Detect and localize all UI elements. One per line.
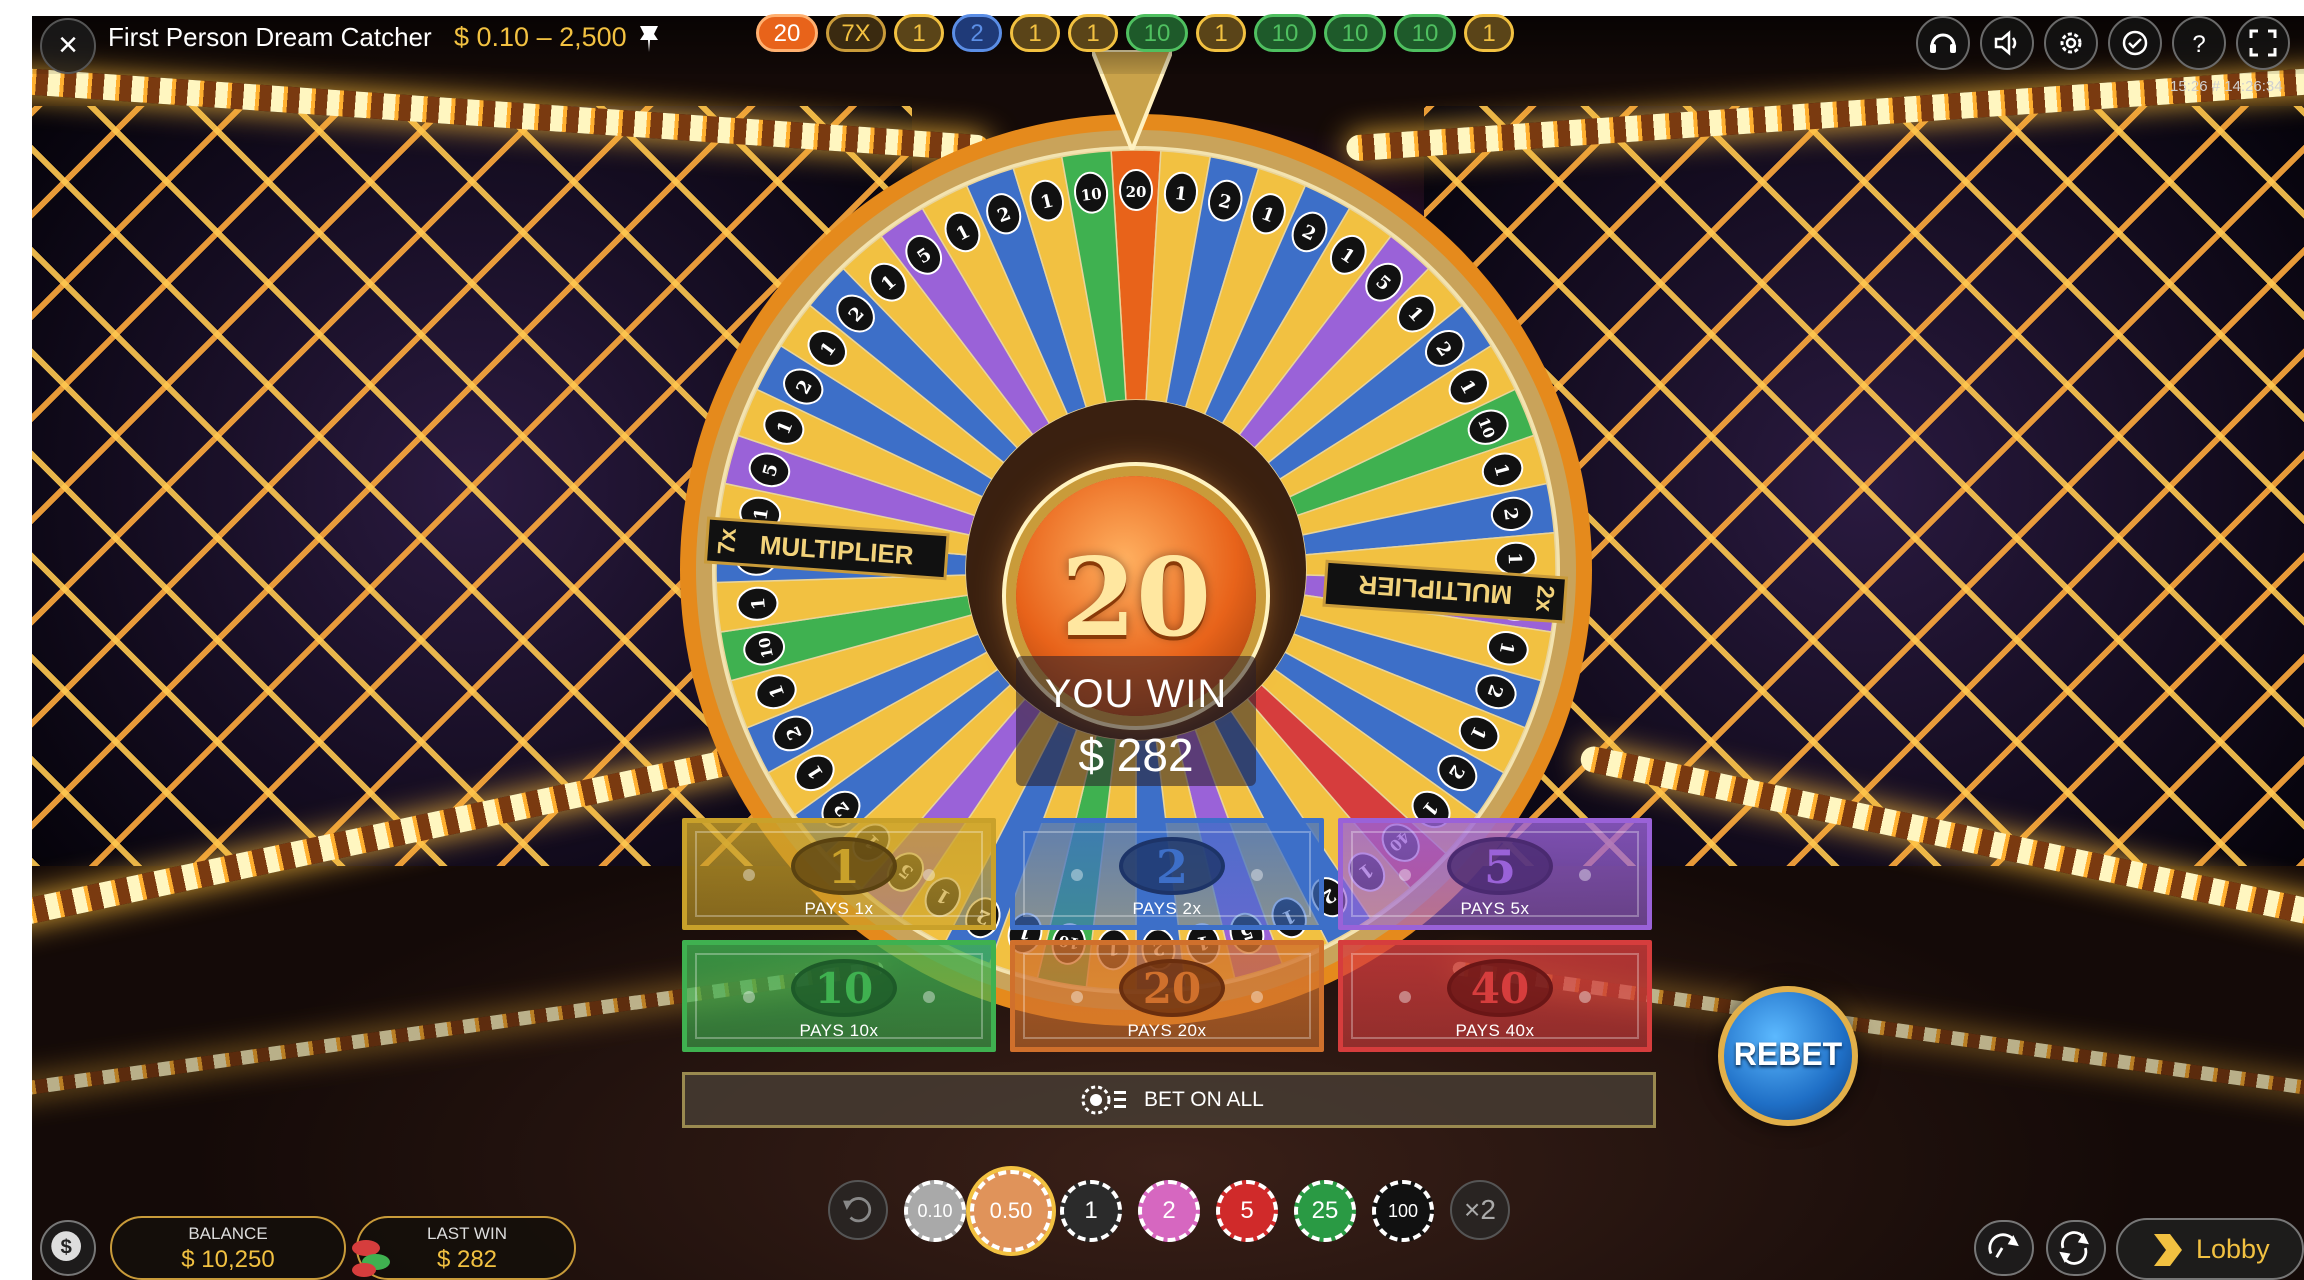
help-button[interactable]: ? xyxy=(2172,16,2226,70)
bet-spot-40[interactable]: 40 PAYS 40x xyxy=(1338,940,1652,1052)
balance-label: BALANCE xyxy=(188,1224,268,1243)
history-icon xyxy=(2122,30,2148,56)
bet-spot-dot xyxy=(1251,869,1263,881)
bet-spot-number: 10 xyxy=(791,959,897,1017)
last-win-label: LAST WIN xyxy=(427,1224,507,1243)
bet-spot-dot xyxy=(1579,991,1591,1003)
bet-spot-10[interactable]: 10 PAYS 10x xyxy=(682,940,996,1052)
pin-icon[interactable] xyxy=(632,20,666,54)
bet-spot-dot xyxy=(923,991,935,1003)
sound-icon xyxy=(1994,30,2017,56)
chip-0-10[interactable]: 0.10 xyxy=(904,1180,966,1242)
chip-5[interactable]: 5 xyxy=(1216,1180,1278,1242)
cashier-button[interactable]: $ xyxy=(40,1220,96,1276)
bet-spot-2[interactable]: 2 PAYS 2x xyxy=(1010,818,1324,930)
dollar-icon: $ xyxy=(51,1231,81,1261)
left-multiplier-value: 7x xyxy=(713,527,742,556)
bet-spot-dot xyxy=(1399,869,1411,881)
history-button[interactable] xyxy=(2108,16,2162,70)
bet-spot-number: 40 xyxy=(1447,959,1553,1017)
bet-spot-number: 1 xyxy=(791,837,897,895)
headset-icon xyxy=(1930,33,1956,53)
history-result-10: 10 xyxy=(1324,14,1386,52)
bet-spot-dot xyxy=(923,869,935,881)
autoplay-icon xyxy=(2059,1231,2089,1265)
bet-spot-payout: PAYS 2x xyxy=(1132,899,1202,918)
lobby-label: Lobby xyxy=(2196,1234,2270,1264)
chip-25[interactable]: 25 xyxy=(1294,1180,1356,1242)
bet-spot-number: 20 xyxy=(1119,959,1225,1017)
chip-2[interactable]: 2 xyxy=(1138,1180,1200,1242)
history-result-4: 2 xyxy=(952,14,1002,52)
chip-1[interactable]: 1 xyxy=(1060,1180,1122,1242)
bet-spot-payout: PAYS 20x xyxy=(1127,1021,1207,1040)
history-result-6: 1 xyxy=(1068,14,1118,52)
game-switch-icon xyxy=(1988,1233,2019,1259)
bet-on-all-label: BET ON ALL xyxy=(1144,1088,1264,1111)
svg-text:$: $ xyxy=(60,1237,72,1259)
close-icon: × xyxy=(58,26,78,64)
history-result-7: 10 xyxy=(1126,14,1188,52)
undo-icon xyxy=(843,1197,872,1223)
headset-button[interactable] xyxy=(1916,16,1970,70)
settings-button[interactable] xyxy=(2044,16,2098,70)
chip-stack-icon xyxy=(1081,1085,1126,1115)
last-win-value: $ 282 xyxy=(436,1246,498,1273)
game-title: First Person Dream Catcher xyxy=(108,22,432,52)
result-number: 20 xyxy=(1060,535,1212,661)
bet-spot-5[interactable]: 5 PAYS 5x xyxy=(1338,818,1652,930)
gear-icon xyxy=(2060,32,2082,54)
history-result-2: 7X xyxy=(826,14,886,52)
bet-limits[interactable]: $ 0.10 – 2,500 xyxy=(454,22,627,53)
bet-spot-dot xyxy=(1579,869,1591,881)
balance-value: $ 10,250 xyxy=(181,1246,275,1273)
right-multiplier-value: 2x xyxy=(1530,584,1559,613)
history-result-8: 1 xyxy=(1196,14,1246,52)
bet-spot-number: 2 xyxy=(1119,837,1225,895)
bet-spot-dot xyxy=(743,869,755,881)
bet-spot-dot xyxy=(1071,991,1083,1003)
svg-text:?: ? xyxy=(2192,31,2205,58)
bet-spot-dot xyxy=(1399,991,1411,1003)
bet-spot-dot xyxy=(1071,869,1083,881)
bet-spot-20[interactable]: 20 PAYS 20x xyxy=(1010,940,1324,1052)
you-win-label: YOU WIN xyxy=(1044,672,1228,716)
bet-spot-dot xyxy=(1251,991,1263,1003)
timestamp: 15:26 # 14:26:34 xyxy=(2170,78,2283,95)
double-button[interactable]: ×2 xyxy=(1450,1180,1510,1240)
game-switch-button[interactable] xyxy=(1974,1220,2034,1276)
history-result-11: 10 xyxy=(1394,14,1456,52)
rebet-label: REBET xyxy=(1733,1036,1843,1072)
history-result-5: 1 xyxy=(1010,14,1060,52)
autoplay-button[interactable] xyxy=(2046,1220,2106,1276)
close-button[interactable]: × xyxy=(40,18,96,74)
history-result-9: 10 xyxy=(1254,14,1316,52)
fullscreen-button[interactable] xyxy=(2236,16,2290,70)
bet-spot-payout: PAYS 40x xyxy=(1455,1021,1535,1040)
bet-spot-payout: PAYS 5x xyxy=(1460,899,1530,918)
help-icon: ? xyxy=(2192,31,2205,58)
chip-0-50[interactable]: 0.50 xyxy=(970,1170,1052,1252)
lobby-arrow-icon xyxy=(2154,1234,2182,1266)
undo-button[interactable] xyxy=(828,1180,888,1240)
bet-spot-payout: PAYS 1x xyxy=(804,899,874,918)
sound-button[interactable] xyxy=(1980,16,2034,70)
bet-spot-dot xyxy=(743,991,755,1003)
bet-spot-1[interactable]: 1 PAYS 1x xyxy=(682,818,996,930)
bet-spot-number: 5 xyxy=(1447,837,1553,895)
bet-spot-payout: PAYS 10x xyxy=(799,1021,879,1040)
history-result-3: 1 xyxy=(894,14,944,52)
history-result-12: 1 xyxy=(1464,14,1514,52)
fullscreen-icon xyxy=(2249,29,2277,57)
win-amount: $ 282 xyxy=(1078,729,1194,781)
chip-100[interactable]: 100 xyxy=(1372,1180,1434,1242)
history-result-1: 20 xyxy=(756,14,818,52)
